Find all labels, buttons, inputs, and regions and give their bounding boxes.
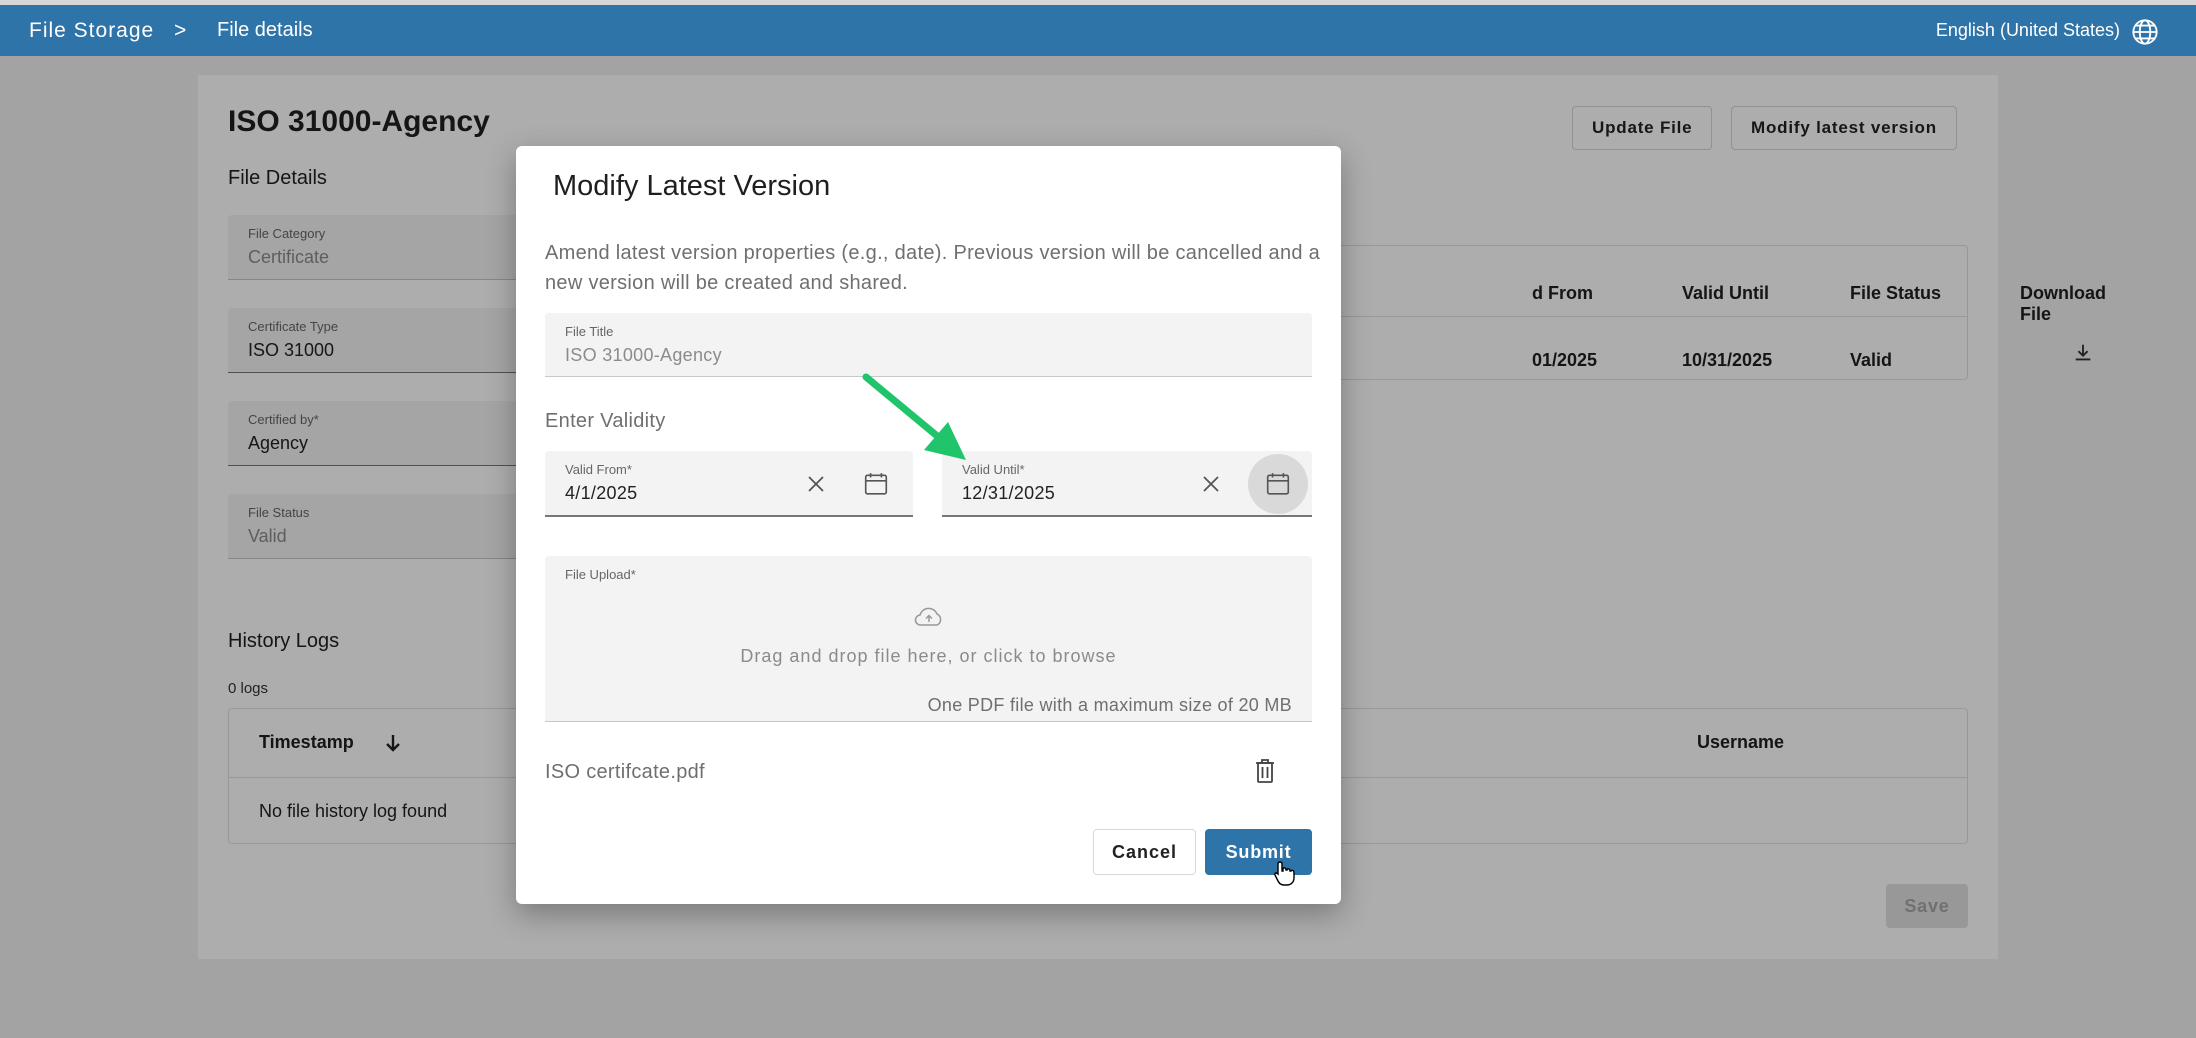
field-label: File Upload* [565, 567, 636, 582]
valid-until-input[interactable]: 12/31/2025 [962, 483, 1055, 504]
submit-button[interactable]: Submit [1205, 829, 1312, 875]
breadcrumb-separator-icon: > [174, 18, 187, 42]
file-upload-dropzone[interactable]: File Upload* Drag and drop file here, or… [545, 556, 1312, 722]
modify-latest-version-dialog: Modify Latest Version Amend latest versi… [516, 146, 1341, 904]
breadcrumb-file-storage[interactable]: File Storage [29, 19, 154, 43]
upload-hint: Drag and drop file here, or click to bro… [740, 646, 1117, 666]
top-bar: File Storage > File details English (Uni… [0, 0, 2196, 56]
breadcrumb-current: File details [217, 19, 313, 41]
dialog-description: Amend latest version properties (e.g., d… [545, 242, 1321, 294]
dialog-title: Modify Latest Version [553, 170, 831, 202]
calendar-icon[interactable] [1248, 454, 1308, 514]
hand-cursor-icon [1273, 860, 1295, 891]
valid-from-input[interactable]: 4/1/2025 [565, 483, 637, 504]
valid-until-field[interactable]: Valid Until* 12/31/2025 [942, 451, 1312, 517]
file-title-field: File Title ISO 31000-Agency [545, 313, 1312, 377]
cloud-upload-icon [913, 606, 945, 633]
annotation-arrow-icon [860, 372, 970, 469]
field-label: File Title [565, 324, 614, 339]
valid-from-field[interactable]: Valid From* 4/1/2025 [545, 451, 913, 517]
trash-icon[interactable] [1254, 758, 1276, 789]
upload-limit: One PDF file with a maximum size of 20 M… [927, 695, 1292, 715]
field-value: ISO 31000-Agency [565, 345, 722, 365]
cancel-button[interactable]: Cancel [1093, 829, 1196, 875]
clear-icon[interactable] [1196, 469, 1226, 499]
field-label: Valid From* [565, 462, 632, 477]
language-selector[interactable]: English (United States) [1936, 20, 2120, 41]
clear-icon[interactable] [801, 469, 831, 499]
globe-icon[interactable] [2131, 18, 2159, 46]
enter-validity-label: Enter Validity [545, 410, 666, 432]
field-label: Valid Until* [962, 462, 1025, 477]
uploaded-file-name: ISO certifcate.pdf [545, 761, 705, 783]
